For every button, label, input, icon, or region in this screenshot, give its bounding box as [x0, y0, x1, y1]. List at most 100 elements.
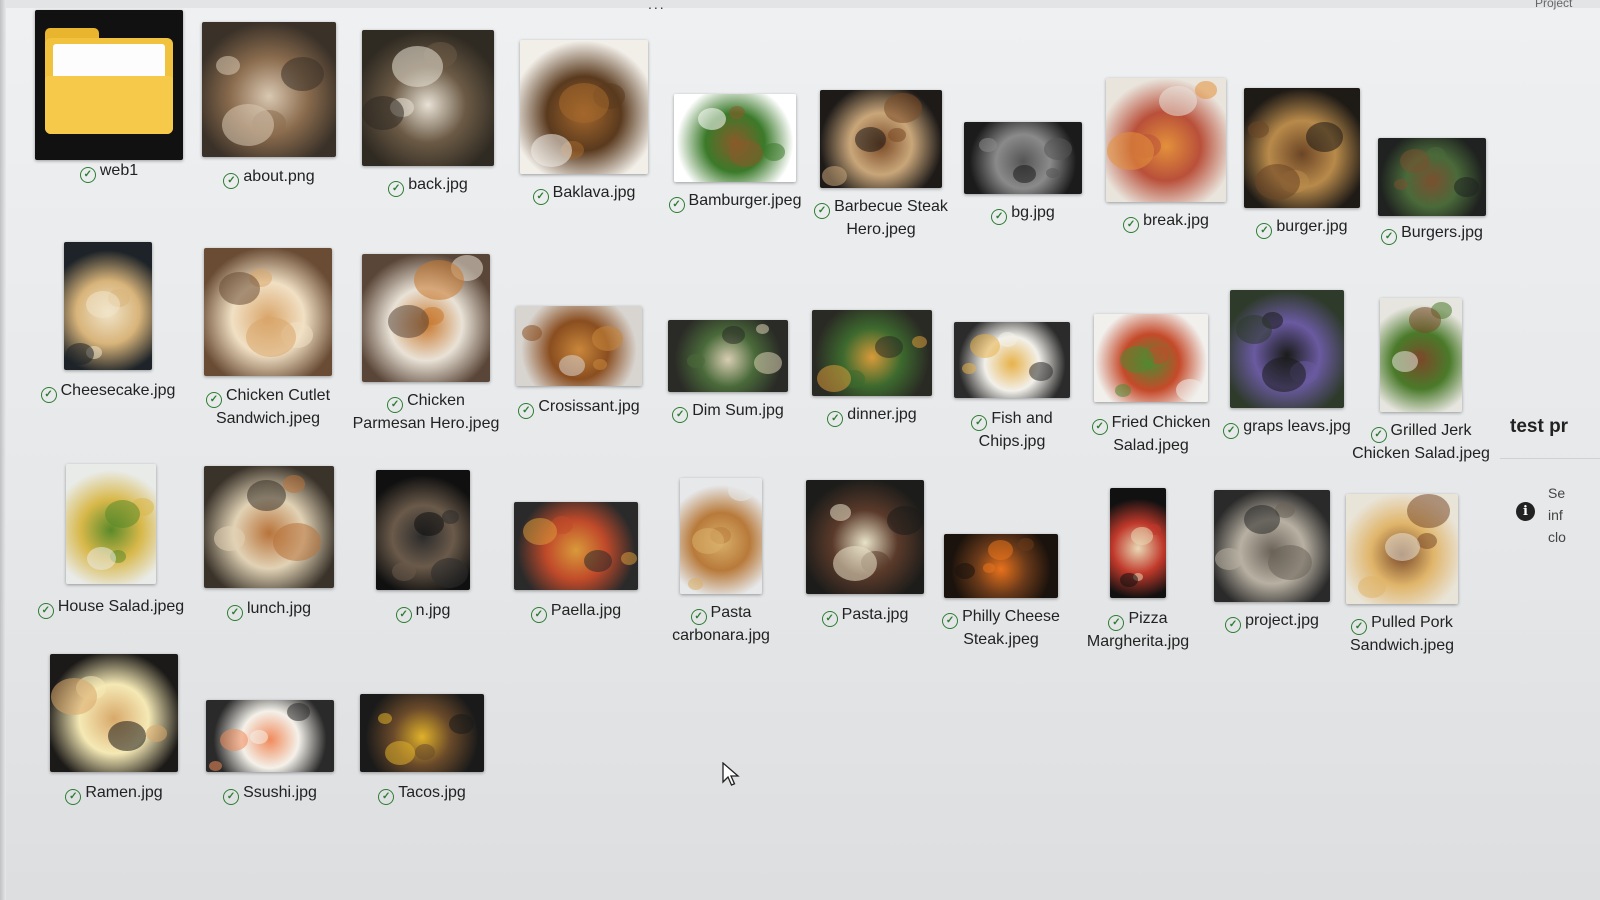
file-name-label: ✓ Ramen.jpg — [29, 782, 199, 805]
file-grid: ✓ web1 ✓ about.png ✓ back.jpg ✓ Baklava.jpg ✓ Bam… — [0, 0, 1500, 900]
sync-status-check-icon: ✓ — [1091, 419, 1108, 435]
sync-status-check-icon: ✓ — [1370, 427, 1387, 443]
sync-status-check-icon: ✓ — [518, 403, 535, 419]
image-thumbnail — [204, 248, 332, 376]
image-thumbnail — [806, 480, 924, 594]
sync-status-check-icon: ✓ — [690, 609, 707, 625]
file-name-text: Tacos.jpg — [398, 784, 466, 801]
details-line: inf — [1548, 507, 1563, 523]
sync-status-check-icon: ✓ — [79, 167, 96, 183]
file-name-label: ✓ House Salad.jpeg — [36, 596, 186, 619]
file-name-label: ✓ web1 — [24, 160, 194, 183]
image-thumbnail — [50, 654, 178, 772]
file-name-label: ✓ Cheesecake.jpg — [33, 380, 183, 403]
file-name-label: ✓ Baklava.jpg — [499, 182, 669, 205]
file-name-label: ✓ Chicken Parmesan Hero.jpeg — [351, 390, 501, 435]
details-divider — [1500, 458, 1600, 459]
sync-status-check-icon: ✓ — [37, 603, 54, 619]
file-name-text: Chicken Parmesan Hero.jpeg — [352, 392, 500, 432]
sync-status-check-icon: ✓ — [226, 605, 243, 621]
image-thumbnail — [674, 94, 796, 182]
image-thumbnail — [362, 30, 494, 166]
file-name-label: ✓ Crosissant.jpg — [494, 396, 664, 419]
image-thumbnail — [206, 700, 334, 772]
sync-status-check-icon: ✓ — [1225, 617, 1242, 633]
sync-status-check-icon: ✓ — [388, 181, 405, 197]
sync-status-check-icon: ✓ — [205, 392, 222, 408]
file-name-label: ✓ Pulled Pork Sandwich.jpeg — [1327, 612, 1477, 657]
file-name-text: about.png — [243, 168, 315, 185]
image-thumbnail — [680, 478, 762, 594]
folder-icon — [35, 10, 183, 160]
file-name-text: Fish and Chips.jpg — [978, 410, 1053, 450]
sync-status-check-icon: ✓ — [530, 607, 547, 623]
sync-status-check-icon: ✓ — [1256, 223, 1273, 239]
image-thumbnail — [360, 694, 484, 772]
details-line: clo — [1548, 529, 1566, 545]
file-name-text: Fried Chicken Salad.jpeg — [1111, 414, 1211, 454]
image-thumbnail — [1106, 78, 1226, 202]
file-name-text: n.jpg — [415, 602, 451, 619]
sync-status-check-icon: ✓ — [387, 397, 404, 413]
image-thumbnail — [514, 502, 638, 590]
image-thumbnail — [1378, 138, 1486, 216]
image-thumbnail — [954, 322, 1070, 398]
file-name-label: ✓ Bamburger.jpeg — [660, 190, 810, 213]
sync-status-check-icon: ✓ — [821, 611, 838, 627]
file-name-label: ✓ dinner.jpg — [787, 404, 957, 427]
file-name-text: Baklava.jpg — [552, 184, 636, 201]
image-thumbnail — [204, 466, 334, 588]
file-name-label: ✓ Pasta.jpg — [780, 604, 950, 627]
image-thumbnail — [1244, 88, 1360, 208]
file-name-label: ✓ Grilled Jerk Chicken Salad.jpeg — [1346, 420, 1496, 465]
file-name-label: ✓ Tacos.jpg — [337, 782, 507, 805]
file-name-label: ✓ Pasta carbonara.jpg — [646, 602, 796, 647]
sync-status-check-icon: ✓ — [40, 387, 57, 403]
file-name-label: ✓ Chicken Cutlet Sandwich.jpeg — [193, 385, 343, 430]
file-name-text: Bamburger.jpeg — [688, 192, 802, 209]
file-name-text: Chicken Cutlet Sandwich.jpeg — [215, 387, 331, 427]
image-thumbnail — [1110, 488, 1166, 598]
image-thumbnail — [1214, 490, 1330, 602]
image-thumbnail — [668, 320, 788, 392]
file-name-text: Pizza Margherita.jpg — [1086, 610, 1190, 650]
file-name-label: ✓ about.png — [184, 166, 354, 189]
file-name-text: Ramen.jpg — [85, 784, 163, 801]
image-thumbnail — [820, 90, 942, 188]
file-name-text: Ssushi.jpg — [243, 784, 317, 801]
file-name-text: Barbecue Steak Hero.jpeg — [834, 198, 948, 238]
sync-status-check-icon: ✓ — [991, 209, 1008, 225]
sync-status-check-icon: ✓ — [223, 789, 240, 805]
file-name-text: House Salad.jpeg — [57, 598, 185, 615]
sync-status-check-icon: ✓ — [1123, 217, 1140, 233]
file-name-label: ✓ Paella.jpg — [491, 600, 661, 623]
file-name-label: ✓ Fish and Chips.jpg — [937, 408, 1087, 453]
image-thumbnail — [516, 306, 642, 386]
info-icon: i — [1516, 502, 1535, 521]
sync-status-check-icon: ✓ — [65, 789, 82, 805]
details-line: Se — [1548, 485, 1566, 501]
file-name-label: ✓ back.jpg — [343, 174, 513, 197]
image-thumbnail — [812, 310, 932, 396]
file-name-text: Pulled Pork Sandwich.jpeg — [1349, 614, 1455, 654]
sync-status-check-icon: ✓ — [1381, 229, 1398, 245]
file-name-label: ✓ Barbecue Steak Hero.jpeg — [806, 196, 956, 241]
image-thumbnail — [1346, 494, 1458, 604]
image-thumbnail — [202, 22, 336, 157]
file-name-label: ✓ Ssushi.jpg — [185, 782, 355, 805]
file-name-text: Philly Cheese Steak.jpeg — [962, 608, 1060, 648]
file-name-label: ✓ Burgers.jpg — [1347, 222, 1517, 245]
file-name-text: Pasta carbonara.jpg — [672, 604, 770, 644]
file-name-text: Dim Sum.jpg — [692, 402, 784, 419]
sync-status-check-icon: ✓ — [532, 189, 549, 205]
file-name-text: graps leavs.jpg — [1243, 418, 1351, 435]
file-name-text: Burgers.jpg — [1401, 224, 1483, 241]
sync-status-check-icon: ✓ — [395, 607, 412, 623]
mouse-cursor-icon — [722, 762, 740, 786]
sync-status-check-icon: ✓ — [223, 173, 240, 189]
image-thumbnail — [64, 242, 152, 370]
screen-bezel — [0, 0, 6, 900]
sync-status-check-icon: ✓ — [1108, 615, 1125, 631]
sync-status-check-icon: ✓ — [668, 197, 685, 213]
sync-status-check-icon: ✓ — [971, 415, 988, 431]
